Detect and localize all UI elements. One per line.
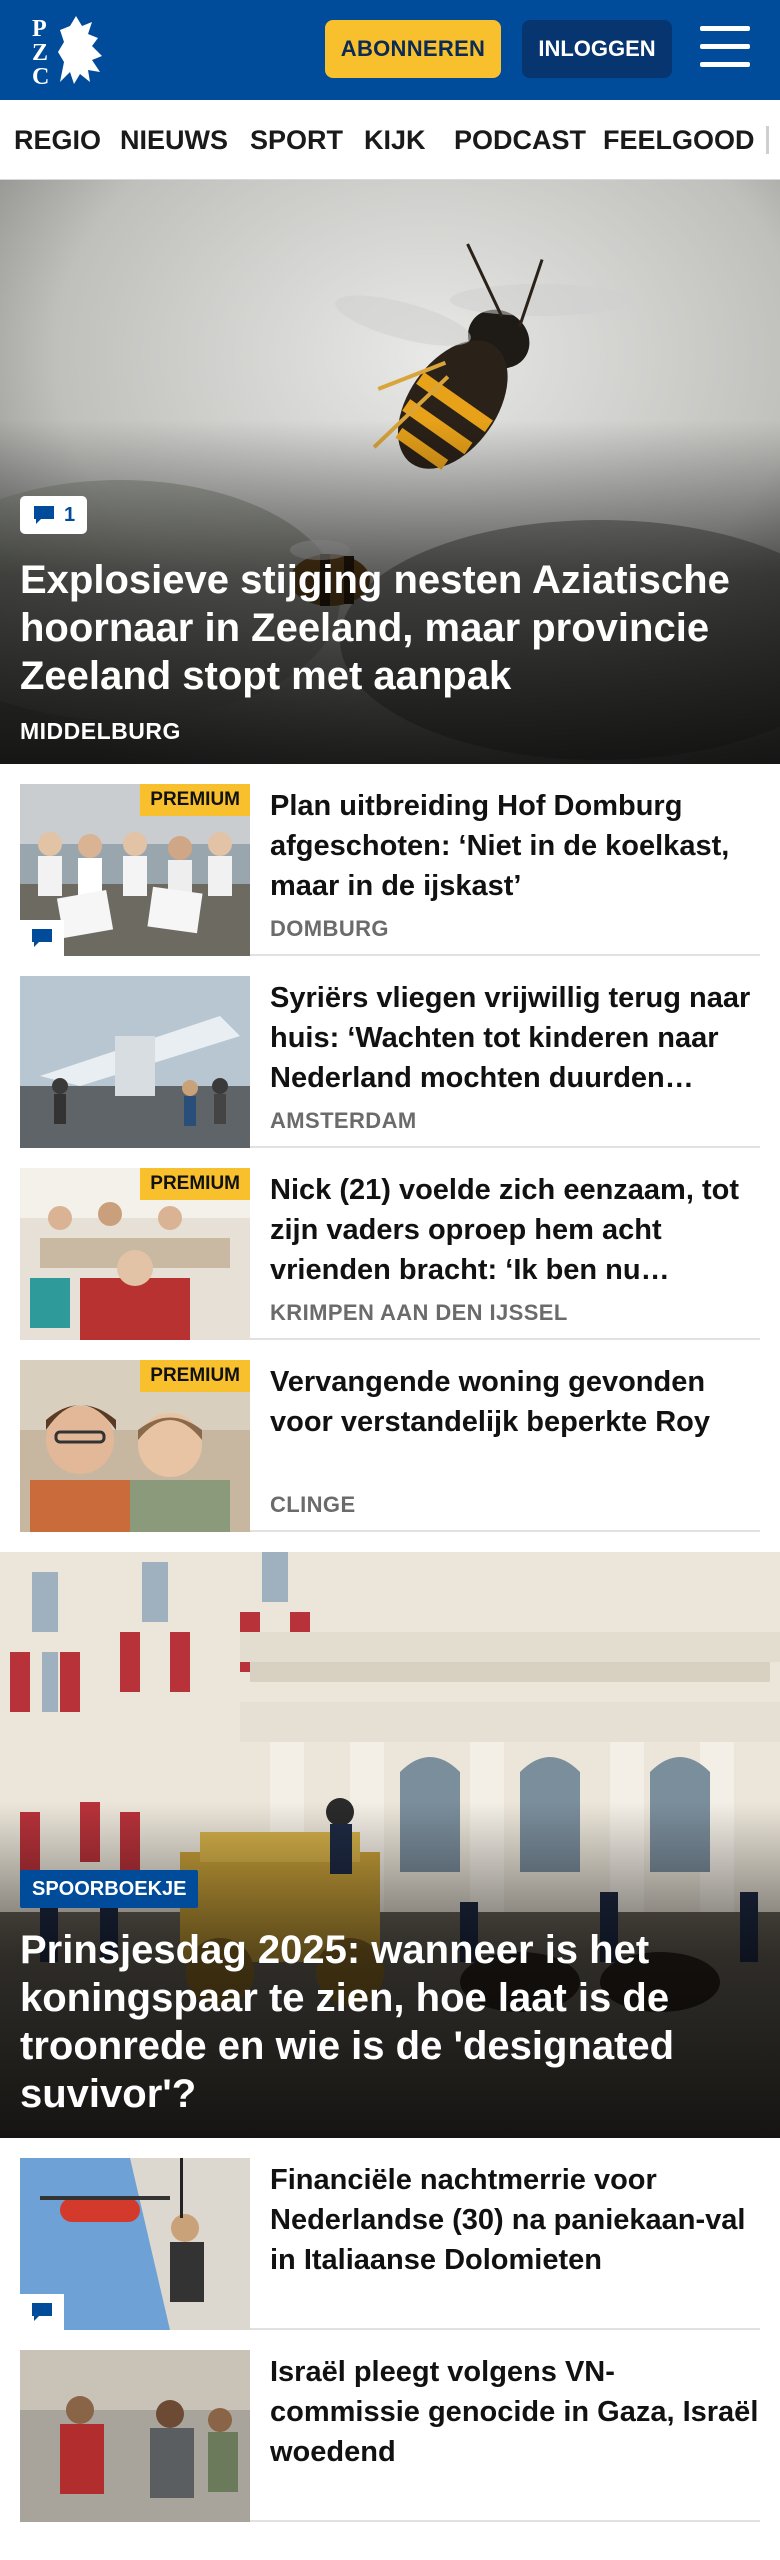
- list-item[interactable]: PREMIUM Plan uitbreiding Hof Domburg afg…: [20, 764, 760, 956]
- hero-article-hornet[interactable]: 1 Explosieve stijging nesten Aziatische …: [0, 180, 780, 764]
- hamburger-icon[interactable]: [700, 24, 752, 72]
- section-tag[interactable]: SPOORBOEKJE: [20, 1870, 199, 1908]
- subscribe-button[interactable]: ABONNEREN: [325, 20, 501, 78]
- premium-badge: PREMIUM: [140, 1168, 250, 1200]
- hero-article-prinsjesdag[interactable]: SPOORBOEKJE Prinsjesdag 2025: wanneer is…: [0, 1552, 780, 2138]
- article-title[interactable]: Plan uitbreiding Hof Domburg afgeschoten…: [270, 786, 760, 906]
- article-title[interactable]: Syriërs vliegen vrijwillig terug naar hu…: [270, 978, 760, 1098]
- list-item[interactable]: Syriërs vliegen vrijwillig terug naar hu…: [20, 956, 760, 1148]
- svg-text:C: C: [32, 64, 49, 88]
- pzc-logo[interactable]: P Z C: [30, 12, 112, 90]
- article-thumbnail: PREMIUM: [20, 1168, 250, 1340]
- nav-item-feelgood[interactable]: FEELGOOD: [603, 100, 755, 179]
- article-thumbnail: PREMIUM: [20, 1360, 250, 1532]
- login-button[interactable]: INLOGGEN: [522, 20, 672, 78]
- article-title[interactable]: Nick (21) voelde zich eenzaam, tot zijn …: [270, 1170, 760, 1290]
- nav-more-indicator: [766, 126, 769, 154]
- article-thumbnail: [20, 2350, 250, 2522]
- nav-item-kijk[interactable]: KIJK: [364, 100, 426, 179]
- premium-badge: PREMIUM: [140, 1360, 250, 1392]
- comment-icon: [20, 920, 64, 956]
- list-item[interactable]: Financiële nachtmerrie voor Nederlandse …: [20, 2138, 760, 2330]
- article-thumbnail: [20, 976, 250, 1148]
- article-location: DOMBURG: [270, 916, 389, 941]
- article-thumbnail: [20, 2158, 250, 2330]
- article-location: CLINGE: [270, 1492, 356, 1517]
- article-location: AMSTERDAM: [270, 1108, 417, 1133]
- nav-item-nieuws[interactable]: NIEUWS: [120, 100, 228, 179]
- section-nav: REGIO NIEUWS SPORT KIJK PODCAST FEELGOOD: [0, 100, 780, 180]
- site-header: P Z C ABONNEREN INLOGGEN: [0, 0, 780, 100]
- list-item[interactable]: PREMIUM Vervangende woning gevonden voor…: [20, 1340, 760, 1532]
- hero-title[interactable]: Prinsjesdag 2025: wanneer is het konings…: [20, 1926, 750, 2118]
- comment-count-badge[interactable]: 1: [20, 496, 88, 534]
- hero-title[interactable]: Explosieve stijging nesten Aziatische ho…: [20, 556, 750, 700]
- article-location: KRIMPEN AAN DEN IJSSEL: [270, 1300, 568, 1325]
- nav-item-regio[interactable]: REGIO: [14, 100, 101, 179]
- svg-text:P: P: [32, 16, 47, 42]
- hero-location: MIDDELBURG: [20, 718, 181, 744]
- article-thumbnail: PREMIUM: [20, 784, 250, 956]
- comment-count: 1: [64, 503, 76, 526]
- list-item[interactable]: Israël pleegt volgens VN-commissie genoc…: [20, 2330, 760, 2522]
- svg-text:Z: Z: [32, 40, 48, 66]
- premium-badge: PREMIUM: [140, 784, 250, 816]
- article-title[interactable]: Vervangende woning gevonden voor verstan…: [270, 1362, 760, 1442]
- list-item[interactable]: PREMIUM Nick (21) voelde zich eenzaam, t…: [20, 1148, 760, 1340]
- article-title[interactable]: Israël pleegt volgens VN-commissie genoc…: [270, 2352, 760, 2472]
- nav-item-podcast[interactable]: PODCAST: [454, 100, 586, 179]
- comment-icon: [20, 2294, 64, 2330]
- comment-icon: [34, 506, 54, 524]
- article-title[interactable]: Financiële nachtmerrie voor Nederlandse …: [270, 2160, 760, 2280]
- nav-item-sport[interactable]: SPORT: [250, 100, 343, 179]
